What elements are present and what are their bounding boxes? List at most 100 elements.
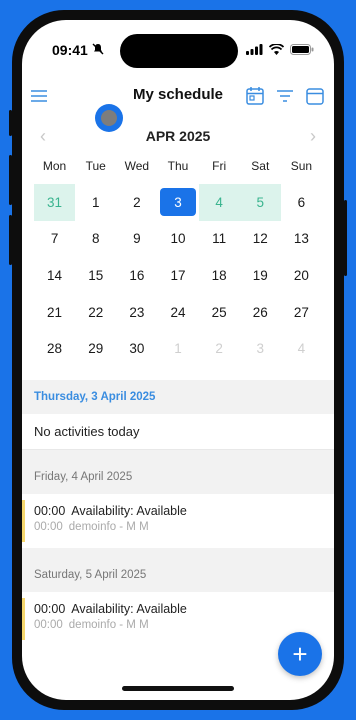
calendar-day[interactable]: 23 [116,294,157,331]
screen: 09:41 My schedule ‹ APR 2025 › Mon Tue W… [22,20,334,700]
volume-up-button [9,155,12,205]
weekday-label: Mon [42,159,67,173]
empty-state-text: No activities today [22,414,334,450]
calendar-day[interactable]: 6 [281,184,322,221]
event-title: Availability: Available [71,602,187,616]
day-number: 12 [252,231,268,247]
calendar-day[interactable]: 14 [34,257,75,294]
weekday-label: Tue [85,159,106,173]
day-number: 3 [159,188,196,217]
day-number: 26 [252,304,268,320]
next-month-button[interactable]: › [310,126,316,147]
day-number: 20 [293,267,309,283]
app-header: My schedule [22,82,334,112]
mute-switch [9,110,12,136]
calendar-day[interactable]: 31 [34,184,76,221]
weekday-label: Sat [251,159,270,173]
calendar-week-row: 7 8 9 10 11 12 13 [34,221,322,258]
day-number: 1 [91,194,100,210]
calendar-day[interactable]: 11 [199,221,240,258]
day-number: 4 [215,194,223,210]
day-number: 19 [252,267,268,283]
filter-icon[interactable] [274,85,296,107]
day-number: 13 [293,231,309,247]
day-number: 18 [211,267,227,283]
calendar-day[interactable]: 28 [34,330,75,367]
calendar-day[interactable]: 20 [281,257,322,294]
calendar-day-next-month[interactable]: 3 [240,330,281,367]
calendar-day[interactable]: 2 [116,184,157,221]
calendar-day[interactable]: 22 [75,294,116,331]
day-number: 21 [47,304,63,320]
calendar-day[interactable]: 7 [34,221,75,258]
calendar-day-next-month[interactable]: 4 [281,330,322,367]
day-number: 10 [170,231,186,247]
calendar-week-row: 21 22 23 24 25 26 27 [34,294,322,331]
calendar-day[interactable]: 15 [75,257,116,294]
power-button [344,200,347,276]
day-number: 24 [170,304,186,320]
calendar-day[interactable]: 30 [116,330,157,367]
calendar-day[interactable]: 5 [239,184,281,221]
add-activity-button[interactable]: + [278,632,322,676]
calendar-day[interactable]: 16 [116,257,157,294]
calendar-week-row: 28 29 30 1 2 3 4 [34,330,322,367]
calendar-day[interactable]: 12 [240,221,281,258]
day-section-heading: Thursday, 3 April 2025 [22,380,334,414]
month-label: APR 2025 [145,128,211,144]
day-number: 15 [88,267,104,283]
signal-icon [246,44,263,55]
day-number: 4 [297,341,306,357]
event-start-time: 00:00 [34,504,66,518]
battery-icon [290,44,314,55]
event-end-time: 00:00 [34,619,63,631]
calendar-day-next-month[interactable]: 2 [199,330,240,367]
day-number: 9 [133,231,141,247]
calendar-day[interactable]: 8 [75,221,116,258]
month-navigation: ‹ APR 2025 › [22,126,334,146]
calendar-day[interactable]: 25 [199,294,240,331]
calendar-week-row: 31 1 2 3 4 5 6 [34,184,322,221]
calendar-day[interactable]: 1 [75,184,116,221]
calendar-week-row: 14 15 16 17 18 19 20 [34,257,322,294]
calendar-day[interactable]: 29 [75,330,116,367]
day-number: 16 [129,267,145,283]
calendar-day[interactable]: 18 [199,257,240,294]
calendar-day-selected[interactable]: 3 [157,184,198,221]
calendar-today-icon[interactable] [244,85,266,107]
weekday-header-row: Mon Tue Wed Thu Fri Sat Sun [34,156,322,176]
day-number: 27 [293,304,309,320]
calendar-day-next-month[interactable]: 1 [157,330,198,367]
month-calendar: ‹ APR 2025 › Mon Tue Wed Thu Fri Sat Sun… [22,120,334,375]
weekday-label: Thu [167,159,189,173]
calendar-day[interactable]: 27 [281,294,322,331]
day-number: 25 [211,304,227,320]
calendar-day[interactable]: 9 [116,221,157,258]
status-bar: 09:41 [22,40,334,62]
day-number: 11 [212,231,227,247]
day-number: 31 [47,194,63,210]
day-number: 8 [91,231,100,247]
calendar-day[interactable]: 13 [281,221,322,258]
calendar-day[interactable]: 21 [34,294,75,331]
calendar-day[interactable]: 17 [157,257,198,294]
schedule-list: Thursday, 3 April 2025 No activities tod… [22,380,334,646]
day-number: 5 [256,194,265,210]
day-number: 23 [129,304,145,320]
calendar-day[interactable]: 10 [157,221,198,258]
section-gap [22,450,334,460]
day-number: 1 [174,341,182,357]
calendar-day[interactable]: 24 [157,294,198,331]
bell-muted-icon [92,43,104,55]
calendar-view-icon[interactable] [304,85,326,107]
day-number: 30 [129,341,145,357]
day-section-heading: Friday, 4 April 2025 [22,460,334,494]
event-color-bar [22,500,25,542]
event-item[interactable]: 00:00 Availability: Available 00:00 demoin… [22,494,334,548]
day-section-heading: Saturday, 5 April 2025 [22,558,334,592]
calendar-day[interactable]: 26 [240,294,281,331]
day-number: 22 [88,304,104,320]
calendar-day[interactable]: 19 [240,257,281,294]
event-owner: demoinfo - M M [68,619,149,631]
calendar-day[interactable]: 4 [198,184,240,221]
